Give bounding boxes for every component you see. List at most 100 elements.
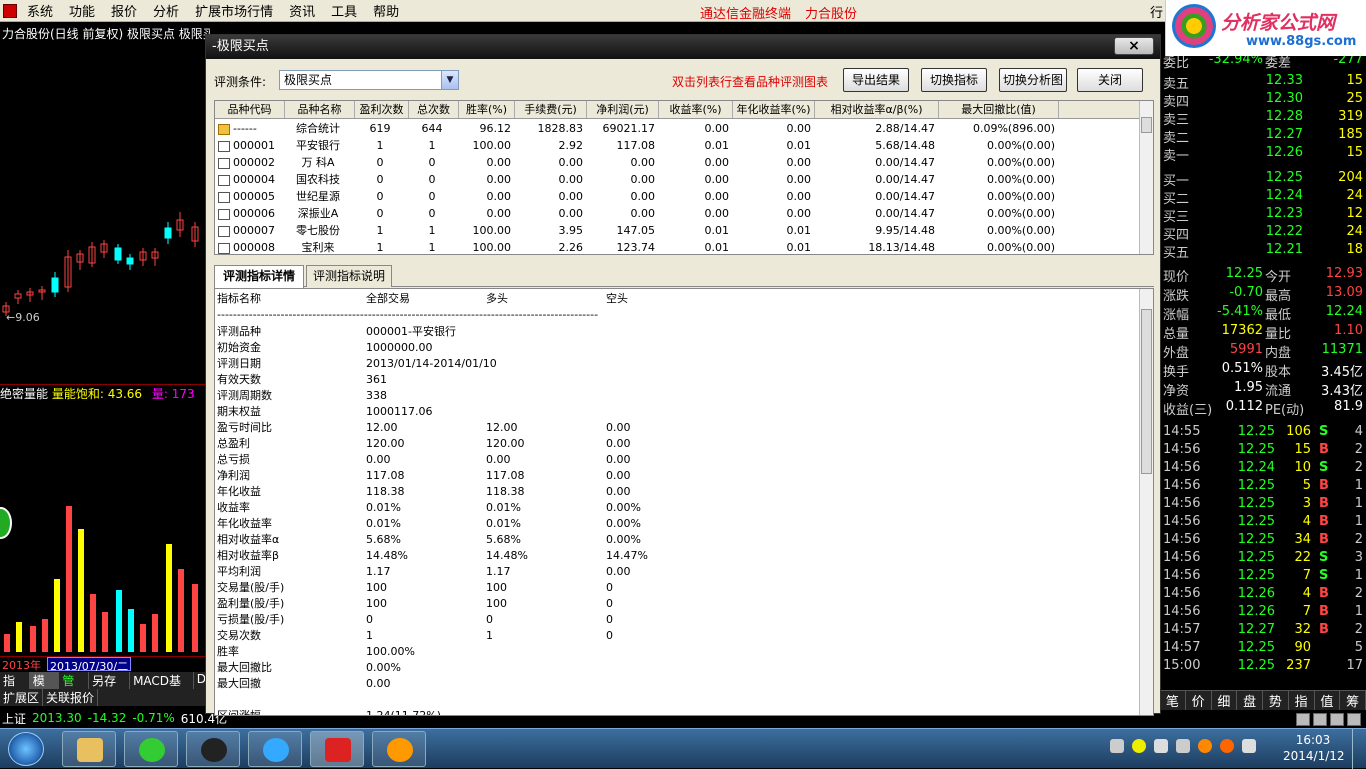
close-button[interactable]: 关闭 [1077,68,1143,92]
tab-save-as[interactable]: 另存为 [89,672,131,705]
tab-trades[interactable]: 笔 [1160,691,1186,710]
detail-cell: 100.00% [366,645,415,658]
show-desktop-button[interactable] [1352,729,1366,769]
menu-extended-market[interactable]: 扩展市场行情 [187,1,281,20]
results-table[interactable]: 品种代码 品种名称 盈利次数 总次数 胜率(%) 手续费(元) 净利润(元) 收益率(%) 年化… [214,100,1154,255]
menu-help[interactable]: 帮助 [365,1,407,20]
tab-value[interactable]: 值 [1315,691,1341,710]
taskbar-clock[interactable]: 16:03 2014/1/12 [1283,732,1345,764]
switch-indicator-button[interactable]: 切换指标 [921,68,987,92]
taskbar-player[interactable] [248,731,302,767]
tab-macd[interactable]: MACD基本 [130,672,194,705]
criteria-select[interactable]: 极限买点 ▼ [279,70,459,90]
detail-scrollbar[interactable] [1139,289,1153,715]
tray-signal-icon[interactable] [1176,739,1190,753]
stat-label: 股本 [1265,365,1292,380]
tool-icon-1[interactable] [1296,713,1310,726]
backtest-dialog: -极限买点 × 评测条件: 极限买点 ▼ 双击列表行查看品种评测图表 导出结果 … [205,34,1161,716]
table-row[interactable]: 000005 世纪星源 0 0 0.00 0.00 0.00 0.00 0.00 0.00/14.… [215,188,1140,205]
tray-qq2-icon[interactable] [1220,739,1234,753]
stat-value: 1.10 [1334,323,1363,338]
player-icon [263,738,289,762]
table-row[interactable]: ------ 综合统计 619 644 96.12 1828.83 69021.17 0.00… [215,120,1140,137]
column-header[interactable]: 净利润(元) [587,101,659,118]
menu-tools[interactable]: 工具 [323,1,365,20]
table-row[interactable]: 000007 零七股份 1 1 100.00 3.95 147.05 0.01 0.01 9.95… [215,222,1140,239]
detail-scroll-thumb[interactable] [1141,309,1152,474]
table-row[interactable]: 000001 平安银行 1 1 100.00 2.92 117.08 0.01 0.01 5.68… [215,137,1140,154]
dialog-titlebar[interactable]: -极限买点 × [206,35,1160,59]
column-header[interactable]: 收益率(%) [659,101,733,118]
tray-device-icon[interactable] [1154,739,1168,753]
column-header[interactable]: 手续费(元) [515,101,587,118]
tool-icon-4[interactable] [1347,713,1361,726]
detail-cell: 0.01% [486,517,521,530]
start-button[interactable] [8,732,44,766]
detail-panel[interactable]: 指标名称 全部交易 多头 空头 ------------------------… [214,288,1154,716]
stat-value: 11371 [1321,342,1363,357]
tab-chips[interactable]: 筹 [1340,691,1366,710]
menu-info[interactable]: 资讯 [281,1,323,20]
tab-extended-area[interactable]: 扩展区 [0,689,44,706]
table-row[interactable]: 000002 万 科A 0 0 0.00 0.00 0.00 0.00 0.00 0.00/14.… [215,154,1140,171]
tab-trend[interactable]: 势 [1263,691,1289,710]
dialog-close-button[interactable]: × [1114,37,1154,55]
tray-plus-icon[interactable] [1132,739,1146,753]
column-header[interactable]: 年化收益率(%) [733,101,815,118]
table-row[interactable]: 000008 宝利来 1 1 100.00 2.26 123.74 0.01 0.01 18.13… [215,239,1140,254]
column-header[interactable]: 最大回撤比(值) [939,101,1059,118]
table-scrollbar[interactable] [1139,101,1153,254]
column-header[interactable]: 品种名称 [285,101,355,118]
tab-indicator[interactable]: 指标 [0,672,30,705]
export-results-button[interactable]: 导出结果 [843,68,909,92]
table-cell: 0.01 [704,224,730,237]
table-row[interactable]: 000004 国农科技 0 0 0.00 0.00 0.00 0.00 0.00 0.00/14.… [215,171,1140,188]
tick-volume: 90 [1294,640,1311,655]
taskbar-tdx[interactable] [310,731,364,767]
tab-manage[interactable]: 管理 [59,672,90,705]
column-header[interactable]: 盈利次数 [355,101,409,118]
tab-price[interactable]: 价 [1186,691,1212,710]
tick-row: 14:56 12.25 3 B 1 [1161,496,1366,514]
tab-indicator-explanation[interactable]: 评测指标说明 [306,265,392,287]
column-header[interactable]: 品种代码 [215,101,285,118]
tab-detail[interactable]: 细 [1212,691,1238,710]
table-cell: 000001 [215,137,285,154]
tab-book[interactable]: 盘 [1237,691,1263,710]
menu-function[interactable]: 功能 [61,1,103,20]
table-row[interactable]: 000006 深振业A 0 0 0.00 0.00 0.00 0.00 0.00 0.00/14.… [215,205,1140,222]
tab-template[interactable]: 模板 [29,672,60,705]
column-header[interactable]: 胜率(%) [459,101,515,118]
menu-quote[interactable]: 报价 [103,1,145,20]
kline-chart-panel[interactable]: 力合股份(日线 前复权) 极限买点 极限买点: 0.00 ←9.06 绝密量能 … [0,22,210,712]
menu-system[interactable]: 系统 [19,1,61,20]
table-cell: 综合统计 [296,122,340,135]
tick-time: 15:00 [1163,658,1201,673]
menu-corner[interactable]: 行 [1150,2,1163,21]
taskbar-qq[interactable] [186,731,240,767]
tray-qq-icon[interactable] [1198,739,1212,753]
column-header[interactable]: 相对收益率α/β(%) [815,101,939,118]
terminal-title: 通达信金融终端 [700,7,792,22]
tool-icon-2[interactable] [1313,713,1327,726]
table-scroll-thumb[interactable] [1141,117,1152,133]
table-cell: 1 [428,139,436,152]
tool-icon-3[interactable] [1330,713,1344,726]
column-header[interactable]: 总次数 [409,101,459,118]
taskbar-update[interactable] [124,731,178,767]
switch-chart-button[interactable]: 切换分析图 [999,68,1067,92]
tray-arrow-icon[interactable] [1110,739,1124,753]
taskbar-contacts[interactable] [372,731,426,767]
chevron-down-icon[interactable]: ▼ [441,71,458,89]
detail-row: 评测品种 000001-平安银行 [215,324,1140,340]
detail-row: 年化收益 118.38 118.38 0.00 [215,484,1140,500]
menu-analysis[interactable]: 分析 [145,1,187,20]
tab-indicator-details[interactable]: 评测指标详情 [214,265,304,288]
tick-volume: 22 [1294,550,1311,565]
tab-index[interactable]: 指 [1289,691,1315,710]
tab-related-quote[interactable]: 关联报价 [43,689,99,706]
tray-volume-icon[interactable] [1242,739,1256,753]
date-year: 2013年 [2,659,41,672]
taskbar-explorer[interactable] [62,731,116,767]
chart-toolbar-2: 扩展区 关联报价 [0,689,210,706]
